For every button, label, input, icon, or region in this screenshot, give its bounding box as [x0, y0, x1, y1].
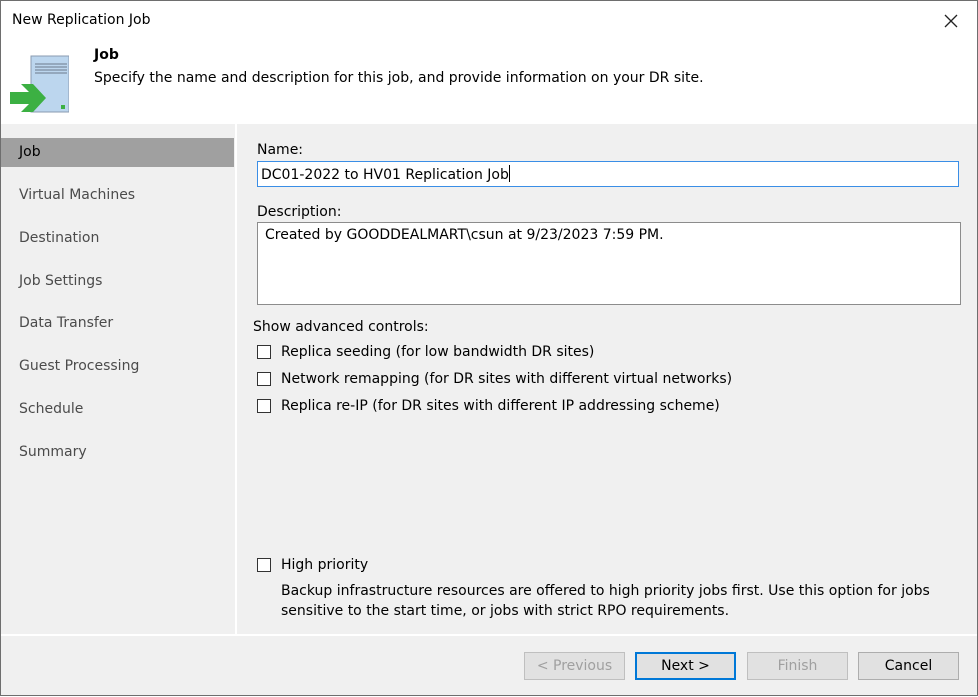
finish-button[interactable]: Finish	[747, 652, 848, 680]
sidebar-item-summary[interactable]: Summary	[1, 438, 234, 467]
close-button[interactable]	[933, 7, 969, 35]
sidebar-item-job-settings[interactable]: Job Settings	[1, 267, 234, 296]
step-description: Specify the name and description for thi…	[94, 70, 704, 86]
high-priority-label: High priority	[281, 557, 369, 573]
sidebar-item-schedule[interactable]: Schedule	[1, 395, 234, 424]
previous-button[interactable]: < Previous	[524, 652, 625, 680]
replica-seeding-label: Replica seeding (for low bandwidth DR si…	[281, 344, 595, 360]
name-label: Name:	[257, 142, 304, 158]
text-caret	[508, 165, 510, 182]
network-remapping-option[interactable]: Network remapping (for DR sites with dif…	[257, 371, 732, 387]
name-input[interactable]: DC01-2022 to HV01 Replication Job	[257, 161, 959, 187]
network-remapping-checkbox[interactable]	[257, 372, 271, 386]
network-remapping-label: Network remapping (for DR sites with dif…	[281, 371, 733, 387]
advanced-controls-label: Show advanced controls:	[253, 319, 429, 335]
description-label: Description:	[257, 204, 342, 220]
cancel-button[interactable]: Cancel	[858, 652, 959, 680]
high-priority-option[interactable]: High priority	[257, 557, 368, 573]
close-icon	[944, 14, 958, 28]
job-form: Name: DC01-2022 to HV01 Replication Job …	[237, 124, 977, 634]
new-replication-job-dialog: New Replication Job Job Specify the name…	[0, 0, 978, 696]
window-title: New Replication Job	[12, 12, 151, 28]
sidebar-item-data-transfer[interactable]: Data Transfer	[1, 309, 234, 338]
wizard-steps-sidebar: Job Virtual Machines Destination Job Set…	[1, 124, 237, 634]
wizard-header: Job Specify the name and description for…	[1, 41, 977, 124]
replica-reip-option[interactable]: Replica re-IP (for DR sites with differe…	[257, 398, 720, 414]
description-textarea[interactable]: Created by GOODDEALMART\csun at 9/23/202…	[257, 222, 961, 305]
sidebar-item-virtual-machines[interactable]: Virtual Machines	[1, 181, 234, 210]
next-button[interactable]: Next >	[635, 652, 736, 680]
description-value: Created by GOODDEALMART\csun at 9/23/202…	[265, 227, 664, 243]
step-title: Job	[94, 47, 119, 63]
title-bar: New Replication Job	[1, 1, 977, 41]
replica-reip-label: Replica re-IP (for DR sites with differe…	[281, 398, 720, 414]
replica-seeding-checkbox[interactable]	[257, 345, 271, 359]
replication-job-icon	[10, 55, 69, 113]
sidebar-item-guest-processing[interactable]: Guest Processing	[1, 352, 234, 381]
sidebar-item-job[interactable]: Job	[1, 138, 234, 167]
sidebar-item-destination[interactable]: Destination	[1, 224, 234, 253]
high-priority-description: Backup infrastructure resources are offe…	[281, 583, 930, 619]
high-priority-checkbox[interactable]	[257, 558, 271, 572]
wizard-footer: < Previous Next > Finish Cancel	[1, 634, 977, 697]
name-value: DC01-2022 to HV01 Replication Job	[261, 167, 509, 183]
replica-seeding-option[interactable]: Replica seeding (for low bandwidth DR si…	[257, 344, 594, 360]
replica-reip-checkbox[interactable]	[257, 399, 271, 413]
